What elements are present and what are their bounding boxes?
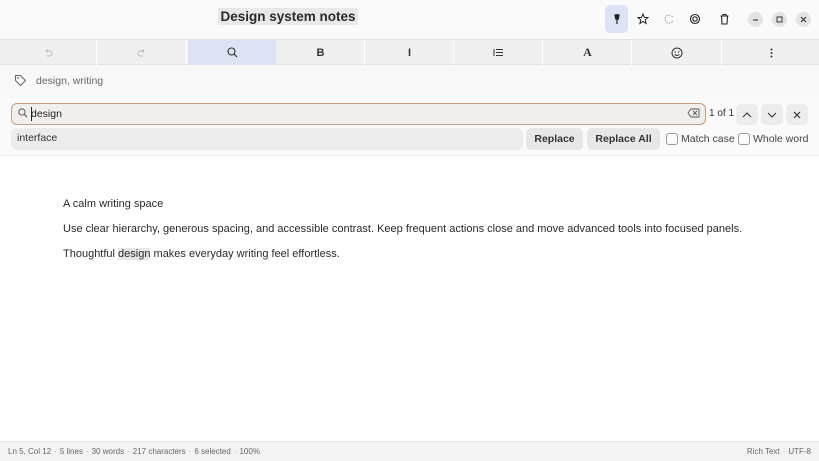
word-count: 30 words bbox=[91, 447, 125, 456]
line-count: 5 lines bbox=[59, 447, 83, 456]
close-search-button[interactable] bbox=[786, 104, 808, 125]
next-match-button[interactable] bbox=[761, 104, 783, 125]
status-right: Rich Text · UTF-8 bbox=[746, 447, 811, 456]
maximize-button[interactable] bbox=[772, 12, 787, 27]
match-case-checkbox[interactable] bbox=[666, 133, 678, 145]
search-match-highlight: design bbox=[118, 248, 151, 260]
emoji-icon bbox=[671, 47, 683, 58]
replace-all-button[interactable]: Replace All bbox=[587, 128, 660, 150]
gear-icon bbox=[689, 13, 700, 25]
match-case-label: Match case bbox=[681, 133, 735, 145]
whole-word-label: Whole word bbox=[753, 133, 809, 145]
star-button[interactable] bbox=[631, 5, 654, 33]
search-input[interactable]: design bbox=[11, 103, 706, 125]
find-button[interactable] bbox=[188, 40, 276, 65]
settings-button[interactable] bbox=[683, 5, 706, 33]
close-icon bbox=[793, 111, 801, 118]
tags-text: design, writing bbox=[36, 75, 104, 87]
close-icon bbox=[800, 16, 807, 23]
replace-value: interface bbox=[17, 132, 58, 144]
list-icon bbox=[493, 49, 503, 56]
bold-button[interactable]: B bbox=[277, 40, 365, 65]
more-button[interactable] bbox=[723, 40, 819, 65]
chevron-down-icon bbox=[767, 112, 777, 118]
font-button[interactable]: A bbox=[544, 40, 632, 65]
previous-match-button[interactable] bbox=[736, 104, 758, 125]
star-icon bbox=[636, 13, 649, 25]
redo-button[interactable] bbox=[97, 40, 187, 65]
undo-icon bbox=[45, 48, 53, 56]
tags-row[interactable]: design, writing bbox=[0, 65, 819, 98]
clear-icon[interactable] bbox=[687, 108, 700, 118]
more-icon bbox=[770, 48, 772, 57]
character-count: 217 characters bbox=[132, 447, 186, 456]
zoom-level: 100% bbox=[239, 447, 260, 456]
status-left: Ln 5, Col 12 · 5 lines · 30 words · 217 charac… bbox=[8, 447, 260, 456]
list-button[interactable] bbox=[455, 40, 543, 65]
replace-input[interactable]: interface bbox=[11, 128, 523, 150]
chevron-up-icon bbox=[742, 111, 752, 117]
undo-button[interactable] bbox=[0, 40, 97, 65]
pin-button[interactable] bbox=[605, 5, 628, 33]
encoding: UTF-8 bbox=[788, 447, 811, 456]
sync-icon bbox=[664, 14, 673, 24]
text-cursor bbox=[31, 107, 32, 121]
tag-icon bbox=[15, 75, 27, 87]
selection-count: 6 selected bbox=[194, 447, 231, 456]
document-paragraph: Use clear hierarchy, generous spacing, a… bbox=[63, 223, 743, 235]
header-bar: Design system notes bbox=[0, 0, 819, 39]
maximize-icon bbox=[776, 16, 783, 23]
redo-icon bbox=[137, 48, 144, 56]
replace-button[interactable]: Replace bbox=[526, 128, 583, 150]
trash-icon bbox=[720, 13, 729, 25]
document-heading: A calm writing space bbox=[63, 198, 164, 210]
close-button[interactable] bbox=[796, 12, 811, 27]
minimize-icon bbox=[753, 19, 758, 21]
whole-word-checkbox[interactable] bbox=[738, 133, 750, 145]
delete-button[interactable] bbox=[713, 5, 736, 33]
document-paragraph: Thoughtful design makes everyday writing… bbox=[63, 248, 340, 260]
search-icon bbox=[18, 108, 28, 118]
emoji-button[interactable] bbox=[633, 40, 722, 65]
search-query: design bbox=[31, 108, 62, 120]
format-toolbar: B I A bbox=[0, 39, 819, 65]
cursor-position: Ln 5, Col 12 bbox=[8, 447, 52, 456]
pin-icon bbox=[613, 14, 620, 24]
search-icon bbox=[226, 47, 237, 58]
minimize-button[interactable] bbox=[748, 12, 763, 27]
document-format: Rich Text bbox=[746, 447, 780, 456]
italic-button[interactable]: I bbox=[366, 40, 454, 65]
window-title: Design system notes bbox=[218, 8, 358, 25]
status-bar: Ln 5, Col 12 · 5 lines · 30 words · 217 charac… bbox=[0, 441, 819, 461]
search-replace-bar: design 1 of 1 interface Replace Replace … bbox=[0, 98, 819, 156]
sync-button[interactable] bbox=[657, 5, 680, 33]
match-count: 1 of 1 bbox=[709, 108, 735, 119]
